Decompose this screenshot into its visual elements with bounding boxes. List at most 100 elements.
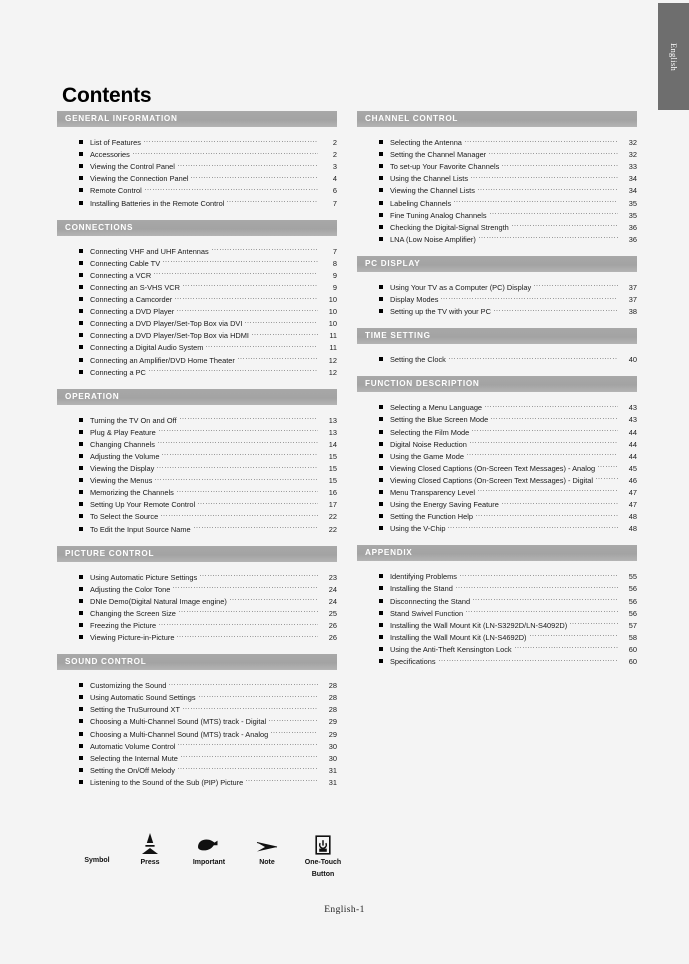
toc-section-time-setting: TIME SETTING Setting the Clock 40: [357, 328, 637, 376]
square-bullet-icon: [379, 441, 383, 446]
toc-leader-dots: [454, 193, 618, 205]
square-bullet-icon: [79, 755, 83, 760]
toc-leader-dots: [514, 640, 618, 652]
toc-entry-label: Viewing the Display: [90, 464, 155, 474]
toc-leader-dots: [198, 688, 318, 700]
square-bullet-icon: [79, 321, 83, 326]
toc-entry-page-number: 15: [328, 451, 337, 461]
toc-entry-label: Selecting the Film Mode: [390, 427, 470, 437]
section-entries-function-description: Selecting a Menu Language 43 Setting the B…: [357, 392, 637, 533]
square-bullet-icon: [79, 441, 83, 446]
toc-entry-page-number: 35: [628, 198, 637, 208]
toc-entry-label: Automatic Volume Control: [90, 741, 176, 751]
square-bullet-icon: [379, 417, 383, 422]
toc-entry-page-number: 60: [628, 644, 637, 654]
toc-section-sound-control: SOUND CONTROL Customizing the Sound 28 Usin…: [57, 654, 337, 799]
square-bullet-icon: [79, 284, 83, 289]
toc-entry-page-number: 43: [628, 403, 637, 413]
toc-entry-label: To Edit the Input Source Name: [90, 524, 191, 534]
toc-section-operation: OPERATION Turning the TV On and Off 13 Plug…: [57, 388, 337, 546]
toc-entry-label: Viewing the Menus: [90, 476, 153, 486]
toc-entry-page-number: 46: [628, 475, 637, 485]
toc-entry-page-number: 56: [628, 608, 637, 618]
toc-entry[interactable]: Selecting a Menu Language 43: [379, 398, 637, 412]
square-bullet-icon: [79, 248, 83, 253]
square-bullet-icon: [379, 224, 383, 229]
square-bullet-icon: [379, 634, 383, 639]
toc-entry-page-number: 43: [628, 415, 637, 425]
section-entries-general-information: List of Features 2 Accessories 2 Viewing the…: [57, 127, 337, 208]
square-bullet-icon: [379, 236, 383, 241]
toc-entry-page-number: 6: [332, 186, 337, 196]
toc-entry-page-number: 31: [328, 777, 337, 787]
toc-entry[interactable]: Identifying Problems 55: [379, 567, 637, 581]
toc-entry[interactable]: List of Features 2: [79, 133, 337, 147]
toc-leader-dots: [227, 193, 318, 205]
toc-entry[interactable]: Using Automatic Picture Settings 23: [79, 568, 337, 582]
toc-entry-label: Installing the Stand: [390, 584, 453, 594]
toc-leader-dots: [570, 616, 618, 628]
square-bullet-icon: [79, 779, 83, 784]
toc-entry-page-number: 7: [332, 246, 337, 256]
toc-entry[interactable]: Using Your TV as a Computer (PC) Display…: [379, 278, 637, 292]
square-bullet-icon: [79, 272, 83, 277]
toc-entry-label: Connecting a DVD Player/Set-Top Box via …: [90, 319, 243, 329]
toc-leader-dots: [596, 471, 618, 483]
toc-entry-page-number: 36: [628, 234, 637, 244]
toc-entry-label: Viewing the Control Panel: [90, 162, 175, 172]
toc-entry-label: To Select the Source: [90, 512, 159, 522]
square-bullet-icon: [79, 478, 83, 483]
square-bullet-icon: [379, 477, 383, 482]
toc-section-connections: CONNECTIONS Connecting VHF and UHF Antenn…: [57, 219, 337, 389]
toc-entry[interactable]: Connecting VHF and UHF Antennas 7: [79, 242, 337, 256]
toc-entry-page-number: 58: [628, 632, 637, 642]
toc-entry-page-number: 29: [328, 729, 337, 739]
toc-leader-dots: [177, 628, 318, 640]
toc-entry-page-number: 56: [628, 596, 637, 606]
toc-leader-dots: [448, 519, 618, 531]
toc-leader-dots: [466, 447, 618, 459]
toc-entry-label: Identifying Problems: [390, 572, 457, 582]
toc-column-left: GENERAL INFORMATION List of Features 2 Acce…: [57, 111, 337, 799]
section-header-time-setting: TIME SETTING: [357, 328, 637, 345]
toc-leader-dots: [464, 133, 618, 145]
square-bullet-icon: [79, 610, 83, 615]
toc-leader-dots: [478, 483, 618, 495]
toc-entry-page-number: 24: [328, 584, 337, 594]
square-bullet-icon: [79, 767, 83, 772]
toc-entry-page-number: 60: [628, 657, 637, 666]
square-bullet-icon: [379, 284, 383, 289]
toc-entry-page-number: 40: [628, 355, 637, 365]
toc-leader-dots: [198, 495, 318, 507]
toc-leader-dots: [206, 338, 318, 350]
section-header-sound-control: SOUND CONTROL: [57, 654, 337, 671]
toc-leader-dots: [493, 302, 618, 314]
toc-entry[interactable]: Customizing the Sound 28: [79, 676, 337, 690]
toc-leader-dots: [211, 242, 318, 254]
toc-entry-label: Connecting a Digital Audio System: [90, 343, 204, 353]
toc-leader-dots: [511, 218, 618, 230]
toc-leader-dots: [191, 169, 318, 181]
toc-entry-page-number: 35: [628, 210, 637, 220]
toc-leader-dots: [476, 507, 618, 519]
toc-entry-label: Connecting a Camcorder: [90, 295, 173, 305]
toc-entry-label: Connecting Cable TV: [90, 258, 161, 268]
toc-leader-dots: [132, 145, 318, 157]
toc-leader-dots: [471, 169, 618, 181]
toc-entry-label: Setting up the TV with your PC: [390, 307, 491, 317]
toc-leader-dots: [148, 363, 318, 375]
toc-entry[interactable]: Setting the Clock 40: [379, 350, 637, 364]
toc-entry-label: Viewing Picture-in-Picture: [90, 633, 175, 643]
toc-entry-page-number: 38: [628, 307, 637, 317]
square-bullet-icon: [79, 683, 83, 688]
toc-entry-label: Digital Noise Reduction: [390, 439, 467, 449]
toc-entry-page-number: 32: [628, 138, 637, 148]
square-bullet-icon: [79, 140, 83, 145]
page-title: Contents: [62, 84, 152, 107]
toc-entry-page-number: 28: [328, 705, 337, 715]
toc-entry-page-number: 2: [332, 150, 337, 160]
toc-entry[interactable]: Turning the TV On and Off 13: [79, 411, 337, 425]
section-entries-picture-control: Using Automatic Picture Settings 23 Adjust…: [57, 562, 337, 643]
toc-entry[interactable]: Selecting the Antenna 32: [379, 133, 637, 147]
toc-entry-page-number: 44: [628, 439, 637, 449]
